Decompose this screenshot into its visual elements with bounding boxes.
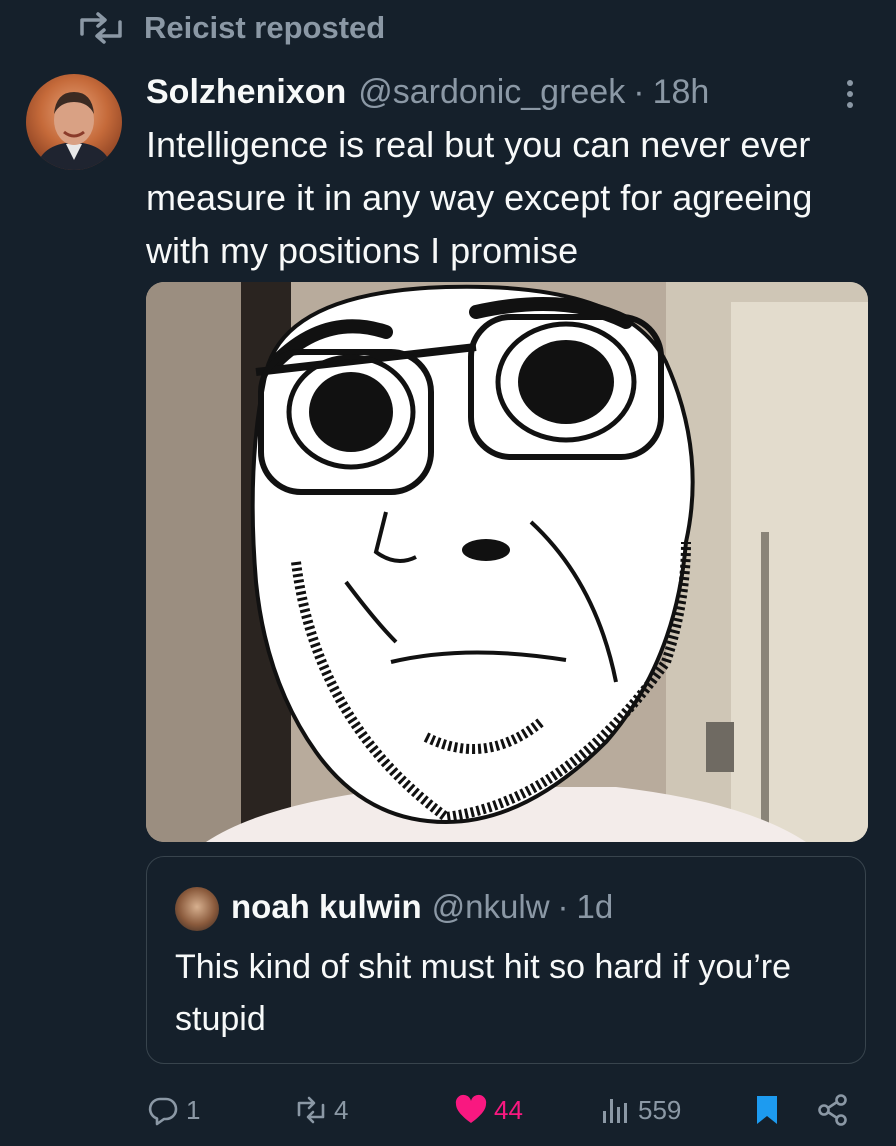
meme-illustration	[146, 282, 868, 842]
quoted-tweet[interactable]: noah kulwin @nkulw · 1d This kind of shi…	[146, 856, 866, 1064]
reply-icon	[148, 1097, 178, 1126]
like-button[interactable]: 44	[454, 1088, 523, 1132]
quoted-tweet-timestamp[interactable]: 1d	[577, 888, 614, 926]
heart-icon	[455, 1094, 487, 1123]
repost-count: 4	[334, 1094, 349, 1125]
quoted-tweet-header: noah kulwin @nkulw · 1d	[231, 885, 613, 929]
quoted-tweet-text: This kind of shit must hit so hard if yo…	[175, 948, 792, 1038]
tweet-action-bar: 1 4 44 559	[146, 1088, 866, 1132]
more-icon[interactable]	[836, 74, 864, 114]
separator-dot: ·	[633, 72, 645, 111]
wojak-meme-image[interactable]	[146, 282, 868, 842]
view-count: 559	[638, 1094, 682, 1125]
share-button[interactable]	[816, 1088, 850, 1132]
quoted-author-avatar[interactable]	[175, 887, 219, 931]
tweet-text: Intelligence is real but you can never e…	[146, 124, 813, 271]
author-handle[interactable]: @sardonic_greek	[358, 73, 625, 112]
reply-count: 1	[186, 1094, 201, 1125]
views-button[interactable]: 559	[598, 1088, 681, 1132]
like-count: 44	[494, 1094, 523, 1125]
repost-icon	[297, 1096, 325, 1124]
tweet-timestamp[interactable]: 18h	[653, 73, 710, 112]
quoted-author-name[interactable]: noah kulwin	[231, 888, 422, 926]
bookmark-icon	[757, 1096, 777, 1124]
author-name[interactable]: Solzhenixon	[146, 73, 346, 112]
tweet-header: Solzhenixon @sardonic_greek · 18h	[146, 70, 709, 114]
repost-icon	[80, 12, 122, 44]
quoted-author-handle[interactable]: @nkulw	[432, 888, 550, 926]
bookmark-button[interactable]	[750, 1088, 784, 1132]
repost-indicator[interactable]: Reicist reposted	[76, 8, 385, 48]
author-avatar[interactable]	[26, 74, 122, 170]
avatar-portrait	[36, 92, 112, 170]
separator-dot: ·	[557, 888, 569, 925]
repost-button[interactable]: 4	[294, 1088, 348, 1132]
share-icon	[818, 1094, 847, 1126]
analytics-icon	[603, 1099, 627, 1123]
repost-label: Reicist reposted	[144, 10, 386, 45]
reply-button[interactable]: 1	[146, 1088, 200, 1132]
